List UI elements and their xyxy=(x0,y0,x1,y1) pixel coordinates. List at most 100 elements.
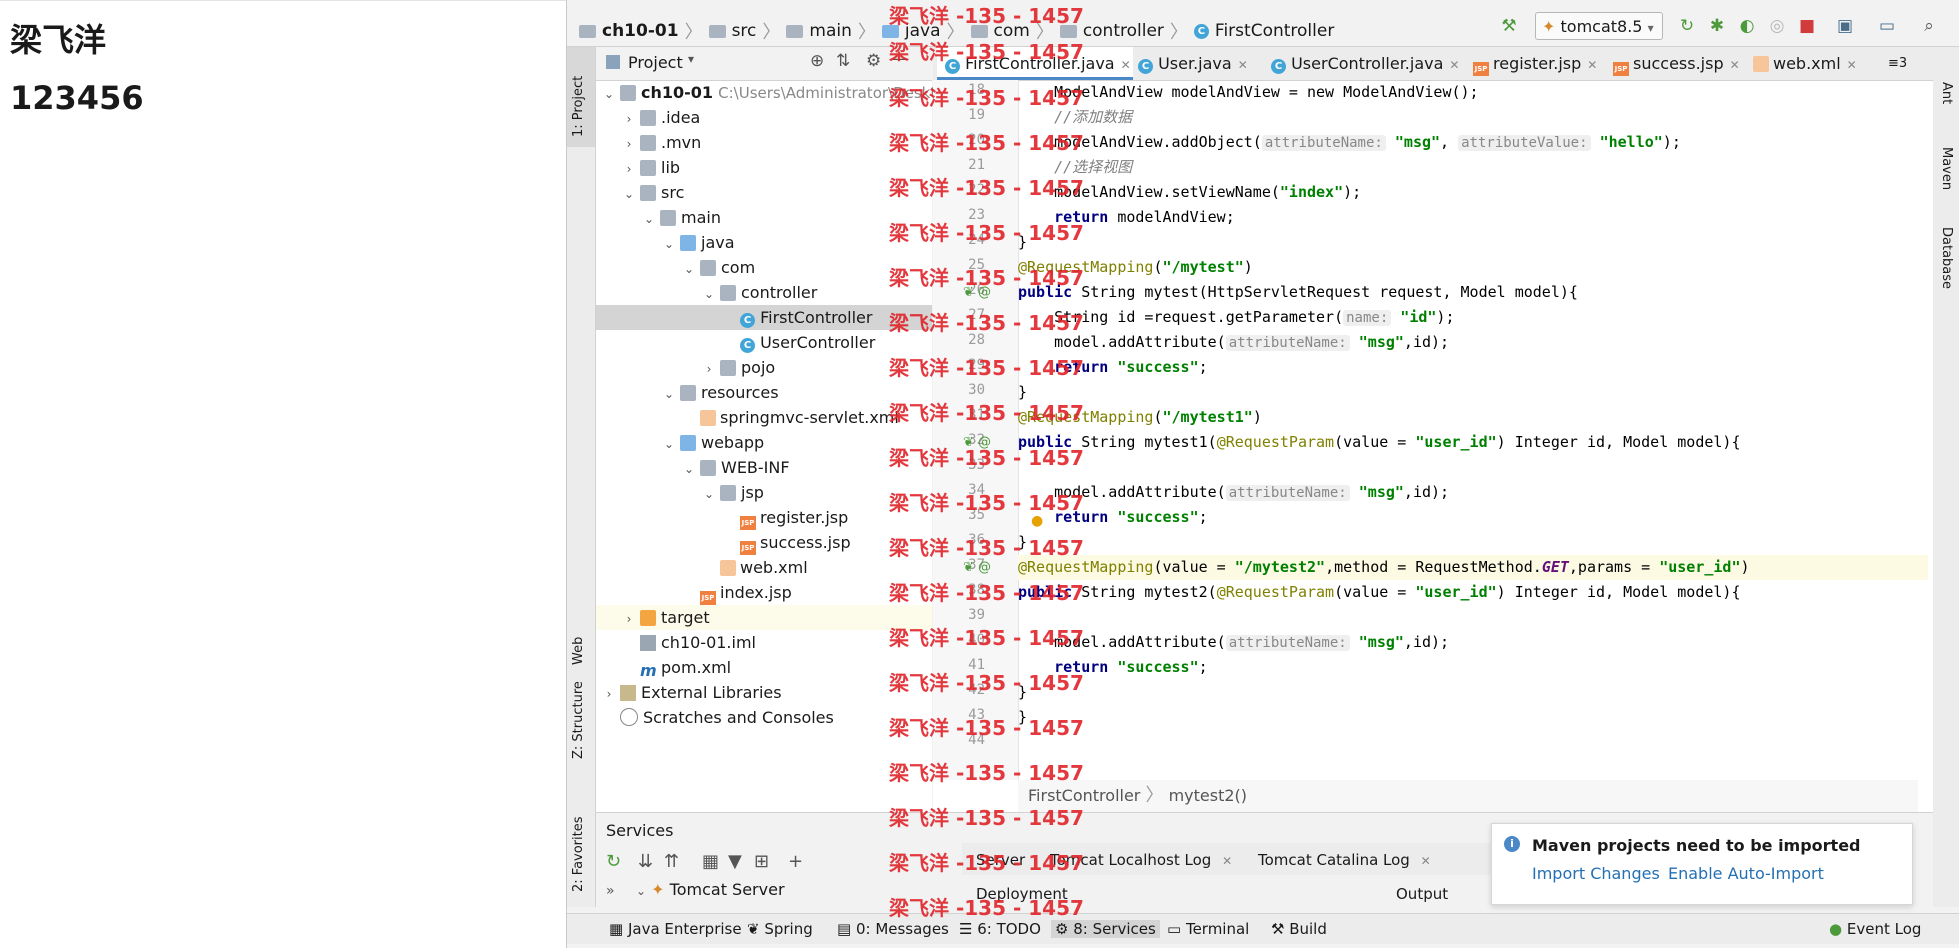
tree-item[interactable]: ch10-01.iml xyxy=(596,630,932,655)
watermark: 梁飞洋 -135 - 1457 xyxy=(889,896,1084,920)
run-config-select[interactable]: ✦ tomcat8.5 ▾ xyxy=(1535,12,1663,40)
search-icon[interactable]: ⌕ xyxy=(1917,14,1941,38)
notification-title: Maven projects need to be imported xyxy=(1532,836,1861,855)
add-icon[interactable]: + xyxy=(788,851,803,872)
line-number: 21 xyxy=(968,157,985,173)
tree-item[interactable]: ⌄ java xyxy=(596,230,932,255)
watermark: 梁飞洋 -135 - 1457 xyxy=(889,536,1084,560)
close-icon: ✕ xyxy=(1846,58,1857,72)
expand-all-icon[interactable]: ⇊ xyxy=(638,851,653,872)
tab-usercontroller[interactable]: C UserController.java ✕ xyxy=(1271,47,1459,80)
crumb-project[interactable]: ch10-01 xyxy=(602,21,679,41)
watermark: 梁飞洋 -135 - 1457 xyxy=(889,311,1084,335)
new-tab-icon[interactable]: ⊞ xyxy=(754,851,769,872)
spring-bean-icon[interactable]: ❦ @ xyxy=(963,560,991,575)
watermark: 梁飞洋 -135 - 1457 xyxy=(889,176,1084,200)
tool-services[interactable]: ⚙ 8: Services xyxy=(1051,920,1160,938)
tool-todo[interactable]: ☰ 6: TODO xyxy=(959,920,1041,938)
tree-item[interactable]: › External Libraries xyxy=(596,680,932,705)
tree-item[interactable]: ⌄ controller xyxy=(596,280,932,305)
tree-item[interactable]: ⌄ com xyxy=(596,255,932,280)
tool-messages[interactable]: ▤ 0: Messages xyxy=(837,920,949,938)
project-panel-title[interactable]: Project xyxy=(628,53,683,72)
watermark: 梁飞洋 -135 - 1457 xyxy=(889,131,1084,155)
tree-item[interactable]: C UserController xyxy=(596,330,932,355)
rerun-icon[interactable]: ↻ xyxy=(1675,14,1699,38)
tool-terminal[interactable]: ▭ Terminal xyxy=(1167,920,1249,938)
code-line-26: public String mytest(HttpServletRequest … xyxy=(1018,283,1578,301)
tree-item[interactable]: ⌄ main xyxy=(596,205,932,230)
tab-user[interactable]: C User.java ✕ xyxy=(1138,47,1248,80)
tab-register[interactable]: JSP register.jsp ✕ xyxy=(1473,47,1597,80)
debug-icon[interactable]: ✱ xyxy=(1705,14,1729,38)
tree-item[interactable]: ⌄ src xyxy=(596,180,932,205)
watermark: 梁飞洋 -135 - 1457 xyxy=(889,221,1084,245)
tree-item[interactable]: › pojo xyxy=(596,355,932,380)
tab-overflow[interactable]: ≡3 xyxy=(1888,47,1907,80)
tool-web[interactable]: Web xyxy=(571,637,586,665)
tool-maven[interactable]: Maven xyxy=(1939,147,1954,190)
tool-event-log[interactable]: ● Event Log xyxy=(1829,920,1921,938)
tool-favorites[interactable]: 2: Favorites xyxy=(571,816,586,892)
project-structure-icon[interactable]: ▣ xyxy=(1833,14,1857,38)
watermark: 梁飞洋 -135 - 1457 xyxy=(889,806,1084,830)
project-icon xyxy=(606,55,620,69)
tree-item[interactable]: web.xml xyxy=(596,555,932,580)
gear-icon[interactable]: ⚙ xyxy=(866,51,881,71)
tool-database[interactable]: Database xyxy=(1939,227,1954,289)
tree-item[interactable]: JSP index.jsp xyxy=(596,580,932,605)
profile-icon[interactable]: ◎ xyxy=(1765,14,1789,38)
tree-item[interactable]: ⌄ webapp xyxy=(596,430,932,455)
watermark: 梁飞洋 -135 - 1457 xyxy=(889,86,1084,110)
tab-success[interactable]: JSP success.jsp ✕ xyxy=(1613,47,1740,80)
crumb-src[interactable]: src xyxy=(732,21,757,41)
tree-item-selected[interactable]: C FirstController xyxy=(596,305,932,330)
crumb-method[interactable]: mytest2() xyxy=(1169,786,1247,805)
tree-item[interactable]: › lib xyxy=(596,155,932,180)
tree-item[interactable]: ⌄ resources xyxy=(596,380,932,405)
tool-ant[interactable]: Ant xyxy=(1939,82,1954,104)
more-icon[interactable]: » xyxy=(606,883,615,899)
filter-icon[interactable]: ▼ xyxy=(728,851,742,872)
tree-item[interactable]: springmvc-servlet.xml xyxy=(596,405,932,430)
collapse-all-icon[interactable]: ⇈ xyxy=(664,851,679,872)
terminal-icon[interactable]: ▭ xyxy=(1875,14,1899,38)
tree-item[interactable]: › .idea xyxy=(596,105,932,130)
class-icon: C xyxy=(740,313,755,328)
editor-breadcrumb: FirstController 〉 mytest2() xyxy=(1018,780,1918,812)
tree-item[interactable]: Scratches and Consoles xyxy=(596,705,932,730)
tab-catalina-log[interactable]: Tomcat Catalina Log ✕ xyxy=(1258,851,1431,869)
chevron-down-icon[interactable]: ▾ xyxy=(688,52,694,66)
tree-item[interactable]: › target xyxy=(596,605,932,630)
crumb-controller[interactable]: controller xyxy=(1083,21,1164,41)
group-icon[interactable]: ▦ xyxy=(702,851,719,872)
tool-spring[interactable]: ❦ Spring xyxy=(747,920,813,938)
crumb-main[interactable]: main xyxy=(809,21,851,41)
import-changes-link[interactable]: Import Changes xyxy=(1532,864,1660,883)
tree-item[interactable]: JSP register.jsp xyxy=(596,505,932,530)
code-line-38: public String mytest2(@RequestParam(valu… xyxy=(1018,583,1741,601)
stop-icon[interactable]: ■ xyxy=(1795,14,1819,38)
locate-icon[interactable]: ⊕ xyxy=(810,51,824,71)
tool-build[interactable]: ⚒ Build xyxy=(1271,920,1327,938)
collapse-icon[interactable]: ⇅ xyxy=(836,51,850,71)
hammer-icon[interactable]: ⚒ xyxy=(1497,14,1521,38)
crumb-class[interactable]: FirstController xyxy=(1215,21,1334,41)
tree-item[interactable]: › .mvn xyxy=(596,130,932,155)
tab-webxml[interactable]: web.xml ✕ xyxy=(1753,47,1857,80)
tool-java-enterprise[interactable]: ▦ Java Enterprise xyxy=(609,920,742,938)
tree-item[interactable]: m pom.xml xyxy=(596,655,932,680)
tool-project[interactable]: 1: Project xyxy=(571,76,586,137)
tree-item[interactable]: JSP success.jsp xyxy=(596,530,932,555)
project-panel: Project ▾ ⊕ ⇅ ⚙ — ⌄ ch10-01 C:\Users\Admi… xyxy=(596,47,936,812)
tree-item[interactable]: ⌄ WEB-INF xyxy=(596,455,932,480)
tool-structure[interactable]: Z: Structure xyxy=(571,681,586,759)
info-icon: i xyxy=(1504,836,1520,852)
services-tree-item[interactable]: ⌄ ✦ Tomcat Server xyxy=(636,880,785,899)
tree-item[interactable]: ⌄ jsp xyxy=(596,480,932,505)
enable-auto-import-link[interactable]: Enable Auto-Import xyxy=(1668,864,1824,883)
tree-item-root[interactable]: ⌄ ch10-01 C:\Users\Administrator\Deskt xyxy=(596,80,936,105)
watermark: 梁飞洋 -135 - 1457 xyxy=(889,4,1084,28)
coverage-icon[interactable]: ◐ xyxy=(1735,14,1759,38)
refresh-icon[interactable]: ↻ xyxy=(606,851,621,872)
